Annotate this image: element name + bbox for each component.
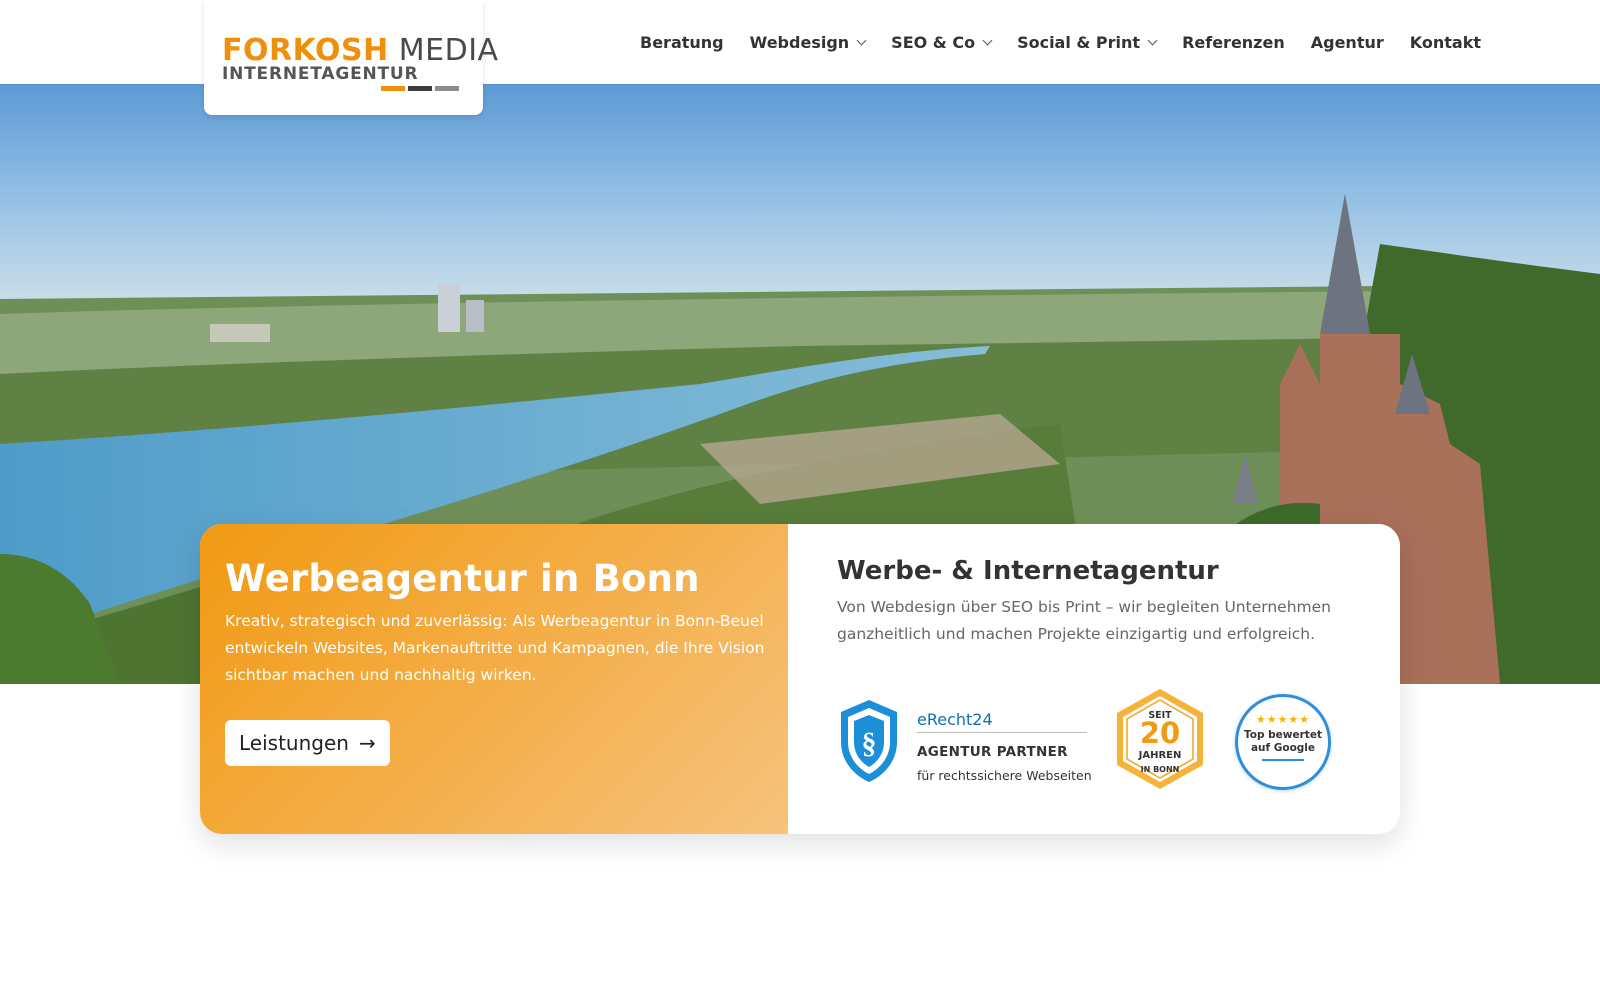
google-rating-text: Top bewertet auf Google (1244, 729, 1322, 754)
main-nav: Beratung Webdesign SEO & Co Social & Pri… (640, 30, 1481, 54)
logo-subtitle: INTERNETAGENTUR (222, 64, 419, 84)
nav-item-webdesign[interactable]: Webdesign (749, 32, 867, 52)
shield-paragraph-icon: § (841, 700, 897, 782)
hero-text: Kreativ, strategisch und zuverlässig: Al… (225, 612, 765, 684)
erecht24-divider (917, 732, 1087, 733)
years-badge: SEIT 20 JAHREN IN BONN (1112, 686, 1208, 792)
nav-label: SEO & Co (891, 32, 976, 52)
erecht24-badge[interactable]: § eRecht24 AGENTUR PARTNER für rechtssic… (837, 694, 1097, 784)
trust-badges: § eRecht24 AGENTUR PARTNER für rechtssic… (837, 684, 1357, 794)
chevron-down-icon (856, 35, 867, 45)
logo-wordmark: FORKOSH MEDIA (222, 36, 499, 66)
chevron-down-icon (982, 35, 993, 45)
nav-item-beratung[interactable]: Beratung (640, 33, 724, 52)
leistungen-button[interactable]: Leistungen → (225, 720, 390, 766)
nav-item-kontakt[interactable]: Kontakt (1410, 33, 1481, 52)
nav-label: Social & Print (1017, 32, 1141, 52)
logo-brand: FORKOSH (222, 33, 389, 68)
logo-bars (381, 86, 459, 91)
logo-media: MEDIA (398, 33, 499, 68)
logo-bar (408, 86, 432, 91)
erecht24-title: AGENTUR PARTNER (917, 744, 1068, 760)
google-rating-badge: ★★★★★ Top bewertet auf Google (1235, 694, 1331, 790)
leistungen-button-label: Leistungen (239, 731, 349, 755)
intro-card-right: Werbe- & Internetagentur Von Webdesign ü… (788, 524, 1400, 834)
nav-item-agentur[interactable]: Agentur (1311, 33, 1384, 52)
intro-card-left: Werbeagentur in Bonn Kreativ, strategisc… (200, 524, 788, 834)
erecht24-subtitle: für rechtssichere Webseiten (917, 768, 1092, 783)
hero-title: Werbeagentur in Bonn (225, 557, 700, 600)
agency-title: Werbe- & Internetagentur (837, 556, 1219, 586)
erecht24-brand: eRecht24 (917, 710, 993, 729)
star-rating-icon: ★★★★★ (1255, 713, 1311, 726)
arrow-right-icon: → (358, 731, 376, 755)
years-suffix: IN BONN (1140, 765, 1180, 774)
nav-label: Agentur (1310, 32, 1384, 52)
nav-label: Beratung (640, 32, 724, 52)
intro-card: Werbeagentur in Bonn Kreativ, strategisc… (200, 524, 1400, 834)
nav-item-referenzen[interactable]: Referenzen (1182, 33, 1285, 52)
agency-text: Von Webdesign über SEO bis Print – wir b… (837, 598, 1331, 643)
logo-bar (381, 86, 405, 91)
nav-item-seo[interactable]: SEO & Co (891, 32, 993, 52)
site-logo[interactable]: FORKOSH MEDIA INTERNETAGENTUR (204, 0, 498, 115)
years-unit: JAHREN (1138, 750, 1182, 761)
nav-label: Referenzen (1182, 32, 1285, 52)
chevron-down-icon (1147, 35, 1158, 45)
nav-label: Webdesign (749, 32, 850, 52)
nav-label: Kontakt (1409, 32, 1481, 52)
years-number: 20 (1139, 716, 1181, 750)
google-badge-underline (1262, 759, 1304, 761)
nav-item-social-print[interactable]: Social & Print (1017, 32, 1158, 52)
svg-text:§: § (862, 727, 877, 760)
logo-bar (435, 86, 459, 91)
